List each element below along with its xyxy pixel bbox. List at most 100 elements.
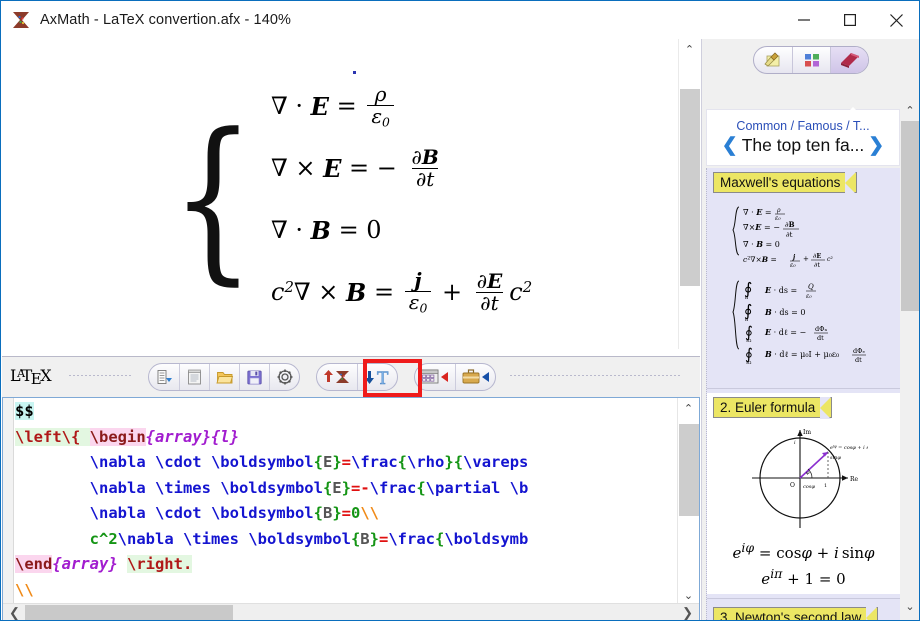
equation-display[interactable]: { ∇ · E = ρ ε0 ∇ × E = − ∂B ∂t ∇ · B = 0… [2, 39, 678, 322]
equation-rows: ∇ · E = ρ ε0 ∇ × E = − ∂B ∂t ∇ · B = 0 c… [271, 77, 532, 321]
fraction-rho-eps: ρ ε0 [367, 83, 394, 128]
tab-bookmark[interactable] [830, 47, 868, 73]
editor-scroll-right-arrow-icon[interactable]: ❯ [676, 605, 699, 621]
convert-button-group: T [316, 363, 398, 391]
code-line[interactable]: \left\{ \begin{array}{l} [15, 425, 675, 451]
document-scroll-thumb[interactable] [679, 89, 700, 286]
breadcrumb[interactable]: Common / Famous / T... [736, 119, 869, 133]
svg-text:Ω: Ω [745, 295, 748, 300]
item-label-newton: 3. Newton's second law [713, 607, 879, 620]
svg-text:∇×E = −: ∇×E = − [743, 222, 780, 232]
settings-button[interactable] [269, 364, 299, 390]
svg-text:Q: Q [808, 283, 814, 291]
editor-scroll-thumb[interactable] [679, 424, 699, 516]
svg-text:j: j [792, 254, 796, 261]
toolbar-separator-1 [69, 372, 133, 382]
latex-toolbar: LATEX T [2, 357, 700, 397]
svg-text:∂Ω: ∂Ω [746, 338, 751, 343]
svg-text:T: T [377, 369, 389, 388]
euler-formula-1: eiφ = cosφ + i sinφ [732, 540, 875, 562]
item-divider-2 [707, 598, 900, 599]
active-tab-pointer [844, 107, 862, 116]
list-item[interactable]: 2. Euler formula Im Re O i 1 φ sinφ cosφ… [707, 393, 900, 594]
svg-text:ε₀: ε₀ [775, 215, 781, 222]
window-controls [781, 1, 919, 39]
sidebar-scroll-thumb[interactable] [901, 121, 919, 311]
scroll-up-arrow-icon[interactable]: ⌃ [679, 39, 701, 59]
convert-latex-to-equation-button[interactable] [317, 364, 357, 390]
fraction-dE-dt: ∂E ∂t [476, 268, 503, 315]
editor-scroll-left-arrow-icon[interactable]: ❮ [3, 605, 26, 621]
editor-vertical-scrollbar[interactable]: ⌃ ⌄ [677, 398, 699, 605]
editor-scroll-up-arrow-icon[interactable]: ⌃ [678, 398, 700, 418]
sidebar-scroll-down-arrow-icon[interactable]: ⌄ [900, 595, 919, 617]
open-file-button[interactable] [209, 364, 239, 390]
latex-logo: LATEX [10, 365, 52, 389]
symbol-library-sidebar: Common / Famous / T... ❮ The top ten fa.… [701, 39, 919, 620]
code-line[interactable]: \nabla \times \boldsymbol{E}=-\frac{\par… [15, 476, 675, 502]
svg-text:E · dℓ = −: E · dℓ = − [764, 327, 806, 337]
library-item-list[interactable]: Maxwell's equations ∇ · E = ρ ε₀ ∇×E = −… [706, 168, 900, 620]
next-category-icon[interactable]: ❯ [868, 134, 884, 157]
latex-code-editor[interactable]: $$ \left\{ \begin{array}{l} \nabla \cdot … [2, 397, 700, 621]
latex-source-code[interactable]: $$ \left\{ \begin{array}{l} \nabla \cdot … [15, 399, 675, 604]
editor-scroll-down-arrow-icon[interactable]: ⌄ [678, 585, 700, 605]
sidebar-tab-bar [702, 39, 919, 81]
prev-category-icon[interactable]: ❮ [722, 134, 738, 157]
save-file-button[interactable] [239, 364, 269, 390]
svg-text:eiφ = cosφ + i sinφ: eiφ = cosφ + i sinφ [830, 445, 868, 452]
svg-text:dt: dt [817, 334, 824, 342]
maximize-button[interactable] [827, 1, 873, 39]
equation-row-2: ∇ × E = − ∂B ∂t [271, 139, 532, 197]
svg-text:Im: Im [803, 429, 811, 436]
sidebar-scroll-up-arrow-icon[interactable]: ⌃ [900, 99, 919, 121]
maxwell-equation-thumbnail[interactable]: ∇ · E = ρ ε₀ ∇×E = − ∂B ∂t ∇ · B = 0 c²∇… [707, 193, 900, 378]
toolbox-button[interactable] [455, 364, 495, 390]
tab-brush[interactable] [754, 47, 792, 73]
code-line[interactable]: c^2\nabla \times \boldsymbol{B}=\frac{\b… [15, 527, 675, 553]
document-list-dropdown-button[interactable] [149, 364, 179, 390]
euler-diagram[interactable]: Im Re O i 1 φ sinφ cosφ eiφ = cosφ + i s… [707, 418, 900, 534]
maxwell-equation-block[interactable]: { ∇ · E = ρ ε0 ∇ × E = − ∂B ∂t ∇ · B = 0… [157, 77, 532, 321]
editor-horizontal-scrollbar[interactable]: ❮ ❯ [3, 603, 699, 621]
svg-text:∂t: ∂t [814, 261, 820, 269]
document-canvas[interactable]: { ∇ · E = ρ ε0 ∇ × E = − ∂B ∂t ∇ · B = 0… [2, 39, 700, 349]
code-line[interactable]: \end{array} \right. [15, 552, 675, 578]
document-scroll-track[interactable] [678, 59, 700, 349]
svg-text:ρ: ρ [776, 207, 781, 214]
new-document-button[interactable] [179, 364, 209, 390]
list-item[interactable]: Maxwell's equations ∇ · E = ρ ε₀ ∇×E = −… [707, 168, 900, 384]
svg-text:ε₀: ε₀ [806, 293, 812, 300]
code-line[interactable]: \nabla \cdot \boldsymbol{E}=\frac{\rho}{… [15, 450, 675, 476]
svg-text:dt: dt [855, 356, 862, 364]
svg-text:c²∇×B =: c²∇×B = [743, 255, 777, 264]
text-caret [353, 71, 356, 74]
sidebar-vertical-scrollbar[interactable]: ⌃ ⌄ [900, 99, 919, 620]
editor-gutter [3, 398, 14, 605]
item-label-euler: 2. Euler formula [713, 397, 833, 419]
svg-text:ε₀: ε₀ [790, 262, 796, 269]
tab-palette[interactable] [792, 47, 830, 73]
sidebar-tab-group [753, 46, 869, 74]
svg-text:sinφ: sinφ [830, 455, 841, 461]
fraction-j-eps: j ε0 [404, 269, 432, 314]
item-label-maxwell: Maxwell's equations [713, 172, 858, 194]
euler-formula-2: eiπ + 1 = 0 [761, 566, 846, 588]
svg-text:B · dℓ = μ₀I + μ₀ε₀: B · dℓ = μ₀I + μ₀ε₀ [764, 349, 839, 359]
close-button[interactable] [873, 1, 919, 39]
code-line[interactable]: \nabla \cdot \boldsymbol{B}=0\\ [15, 501, 675, 527]
equation-row-1: ∇ · E = ρ ε0 [271, 77, 532, 135]
window-title: AxMath - LaTeX convertion.afx - 140% [40, 12, 292, 28]
editor-hscroll-thumb[interactable] [25, 605, 233, 620]
code-line[interactable]: \\ [15, 578, 675, 604]
document-vertical-scrollbar[interactable]: ⌃ ⌄ [678, 39, 700, 349]
convert-equation-to-latex-button[interactable]: T [357, 364, 397, 390]
list-item[interactable]: 3. Newton's second law [707, 603, 900, 620]
minimize-button[interactable] [781, 1, 827, 39]
code-line[interactable]: $$ [15, 399, 675, 425]
axmath-window: AxMath - LaTeX convertion.afx - 140% { ∇… [0, 0, 920, 621]
insert-table-button[interactable] [415, 364, 455, 390]
axmath-logo-icon [11, 10, 31, 30]
svg-text:Ω: Ω [745, 317, 748, 322]
svg-text:c²: c² [827, 256, 833, 263]
